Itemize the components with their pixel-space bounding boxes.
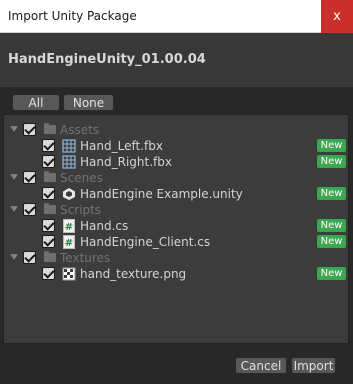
item-label: Hand_Left.fbx — [80, 139, 163, 153]
mesh-grid-icon — [62, 139, 76, 153]
cancel-button[interactable]: Cancel — [235, 357, 287, 374]
select-all-button[interactable]: All — [12, 94, 60, 111]
svg-text:#: # — [65, 222, 73, 233]
folder-row-assets: Assets — [4, 122, 348, 138]
folder-label: Scenes — [60, 171, 103, 185]
csharp-script-icon: # — [63, 235, 75, 249]
fold-arrow-icon[interactable] — [10, 126, 18, 132]
folder-icon — [44, 203, 56, 214]
folder-label: Assets — [60, 123, 100, 137]
new-badge: New — [317, 267, 346, 280]
folder-row-scenes: Scenes — [4, 170, 348, 186]
item-checkbox[interactable] — [42, 219, 55, 232]
tree-item: hand_texture.png New — [4, 266, 348, 282]
folder-checkbox[interactable] — [23, 251, 36, 264]
item-checkbox[interactable] — [42, 139, 55, 152]
new-badge: New — [317, 187, 346, 200]
folder-row-scripts: Scripts — [4, 202, 348, 218]
new-badge: New — [317, 155, 346, 168]
item-label: hand_texture.png — [80, 267, 187, 281]
folder-label: Textures — [60, 251, 111, 265]
tree-item: Hand_Left.fbx New — [4, 138, 348, 154]
package-tree: Assets Hand_Left.fbx New Hand_Right.fbx … — [3, 114, 349, 344]
package-header: HandEngineUnity_01.00.04 — [0, 33, 353, 87]
select-none-button[interactable]: None — [63, 94, 114, 111]
item-checkbox[interactable] — [42, 267, 55, 280]
new-badge: New — [317, 139, 346, 152]
item-checkbox[interactable] — [42, 187, 55, 200]
folder-label: Scripts — [60, 203, 102, 217]
item-label: HandEngine Example.unity — [80, 187, 243, 201]
fold-arrow-icon[interactable] — [10, 206, 18, 212]
tree-item: HandEngine Example.unity New — [4, 186, 348, 202]
folder-icon — [44, 251, 56, 262]
csharp-script-icon: # — [63, 219, 75, 233]
tree-item: # Hand.cs New — [4, 218, 348, 234]
window-title: Import Unity Package — [8, 9, 137, 23]
item-label: Hand.cs — [80, 219, 129, 233]
package-name: HandEngineUnity_01.00.04 — [8, 52, 206, 67]
tree-item: Hand_Right.fbx New — [4, 154, 348, 170]
folder-icon — [44, 171, 56, 182]
new-badge: New — [317, 235, 346, 248]
folder-checkbox[interactable] — [23, 123, 36, 136]
close-button[interactable]: x — [321, 0, 353, 33]
tree-item: # HandEngine_Client.cs New — [4, 234, 348, 250]
item-label: Hand_Right.fbx — [80, 155, 172, 169]
new-badge: New — [317, 219, 346, 232]
fold-arrow-icon[interactable] — [10, 174, 18, 180]
svg-text:#: # — [65, 238, 73, 249]
folder-checkbox[interactable] — [23, 171, 36, 184]
item-checkbox[interactable] — [42, 155, 55, 168]
item-label: HandEngine_Client.cs — [80, 235, 211, 249]
unity-scene-icon — [63, 188, 75, 200]
import-button[interactable]: Import — [291, 357, 336, 374]
folder-row-textures: Textures — [4, 250, 348, 266]
fold-arrow-icon[interactable] — [10, 254, 18, 260]
title-bar: Import Unity Package x — [0, 0, 353, 33]
texture-icon — [62, 267, 76, 281]
close-icon: x — [333, 9, 341, 24]
folder-checkbox[interactable] — [23, 203, 36, 216]
item-checkbox[interactable] — [42, 235, 55, 248]
mesh-grid-icon — [62, 155, 76, 169]
folder-icon — [44, 123, 56, 134]
